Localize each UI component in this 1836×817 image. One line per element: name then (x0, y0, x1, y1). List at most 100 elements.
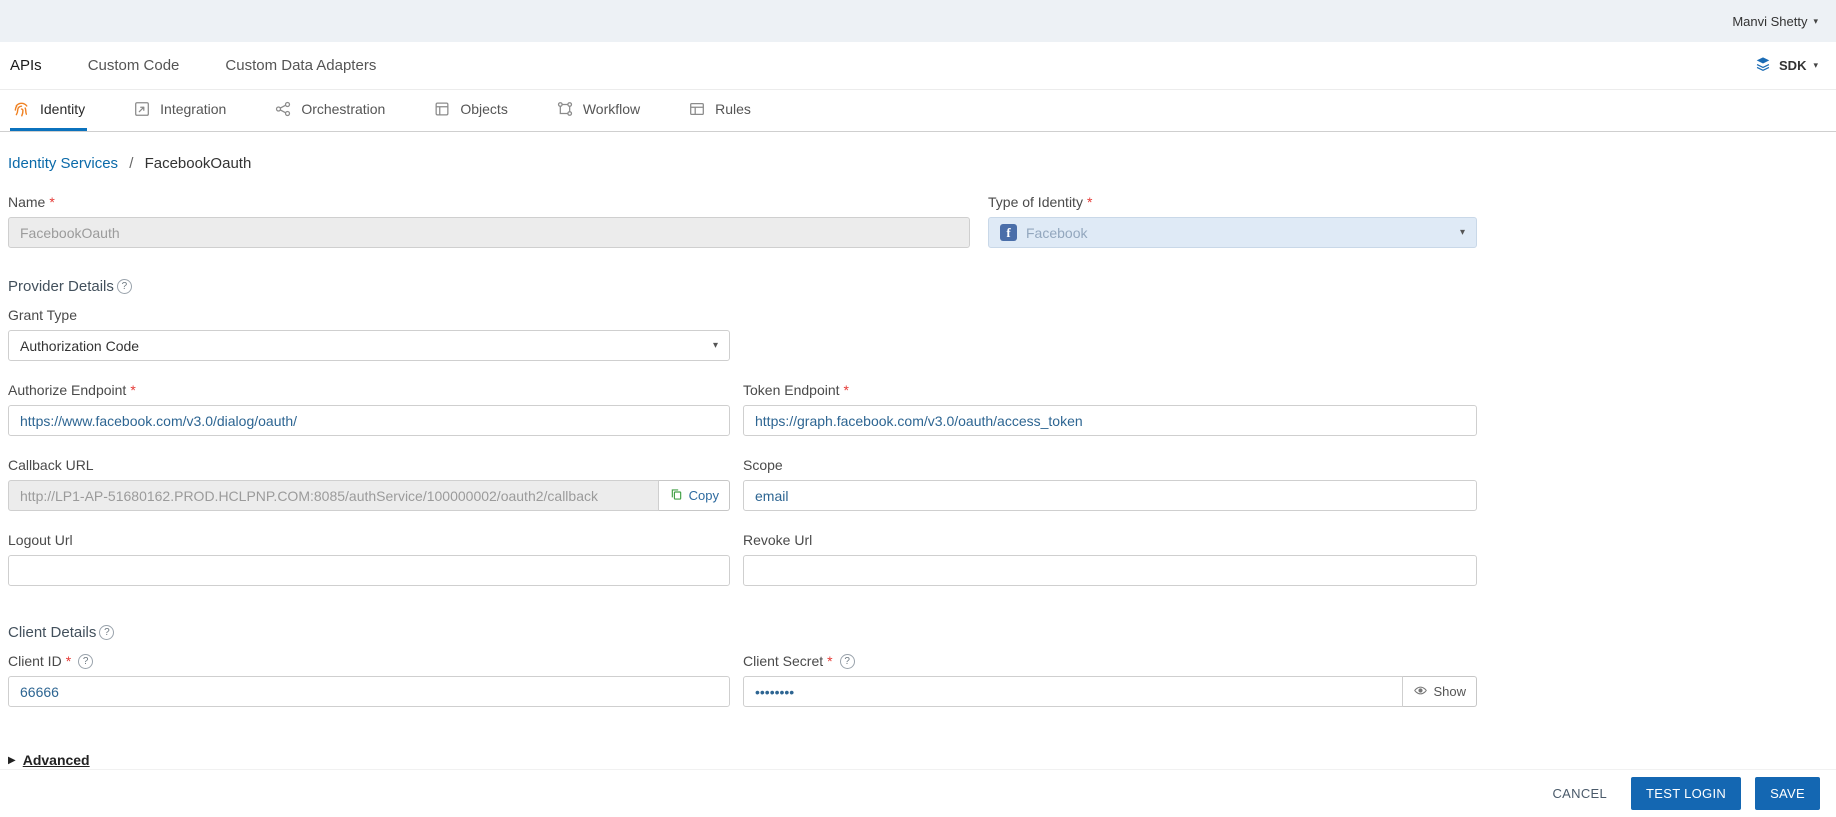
test-login-button[interactable]: TEST LOGIN (1631, 777, 1741, 810)
tab-rules[interactable]: Rules (686, 90, 753, 131)
eye-icon (1413, 683, 1428, 701)
breadcrumb: Identity Services / FacebookOauth (8, 155, 1836, 172)
client-id-input[interactable] (8, 676, 730, 707)
client-id-field-group: Client ID * ? (8, 653, 730, 707)
logout-url-field-group: Logout Url (8, 532, 730, 586)
revoke-url-field-group: Revoke Url (743, 532, 1477, 586)
advanced-toggle[interactable]: ▶ Advanced (8, 752, 90, 768)
required-asterisk: * (130, 382, 135, 398)
client-secret-label: Client Secret * ? (743, 653, 1477, 669)
client-secret-field-group: Client Secret * ? Show (743, 653, 1477, 707)
orchestration-icon (274, 100, 292, 118)
name-field-group: Name * (8, 194, 970, 248)
tab-orchestration[interactable]: Orchestration (272, 90, 387, 131)
required-asterisk: * (827, 653, 832, 669)
required-asterisk: * (1087, 194, 1092, 210)
sdk-menu[interactable]: SDK ▾ (1754, 55, 1818, 76)
user-name: Manvi Shetty (1732, 14, 1807, 29)
grant-type-select[interactable]: Authorization Code ▾ (8, 330, 730, 361)
cancel-button[interactable]: CANCEL (1542, 777, 1617, 810)
tab-label: Workflow (583, 101, 640, 117)
expand-arrow-icon: ▶ (8, 755, 16, 766)
help-icon[interactable]: ? (840, 654, 855, 669)
type-of-identity-label: Type of Identity * (988, 194, 1477, 210)
save-button[interactable]: SAVE (1755, 777, 1820, 810)
help-icon[interactable]: ? (78, 654, 93, 669)
copy-icon (669, 487, 684, 505)
tab-label: Objects (460, 101, 507, 117)
identity-fingerprint-icon (12, 100, 31, 119)
copy-button-label: Copy (689, 488, 719, 503)
name-label: Name * (8, 194, 970, 210)
token-endpoint-input[interactable] (743, 405, 1477, 436)
client-credentials-row: Client ID * ? Client Secret * ? (8, 653, 1477, 707)
authorize-endpoint-input[interactable] (8, 405, 730, 436)
type-of-identity-value: Facebook (1026, 225, 1087, 241)
breadcrumb-identity-services-link[interactable]: Identity Services (8, 155, 118, 172)
name-type-row: Name * Type of Identity * f Facebook ▾ (8, 194, 1477, 248)
client-secret-input[interactable] (743, 676, 1403, 707)
tab-workflow[interactable]: Workflow (554, 90, 642, 131)
grant-type-value: Authorization Code (20, 338, 139, 354)
revoke-url-label: Revoke Url (743, 532, 1477, 548)
grant-type-row: Grant Type Authorization Code ▾ (8, 307, 1477, 361)
required-asterisk: * (66, 653, 71, 669)
sdk-layers-icon (1754, 55, 1772, 76)
user-menu[interactable]: Manvi Shetty ▾ (1732, 14, 1818, 29)
logout-url-label: Logout Url (8, 532, 730, 548)
scope-input[interactable] (743, 480, 1477, 511)
help-icon[interactable]: ? (99, 625, 114, 640)
callback-url-field-group: Callback URL Copy (8, 457, 730, 511)
required-asterisk: * (844, 382, 849, 398)
type-of-identity-select: f Facebook ▾ (988, 217, 1477, 248)
endpoints-row: Authorize Endpoint * Token Endpoint * (8, 382, 1477, 436)
objects-cube-icon (433, 100, 451, 118)
advanced-label: Advanced (23, 752, 90, 768)
token-endpoint-field-group: Token Endpoint * (743, 382, 1477, 436)
revoke-url-input[interactable] (743, 555, 1477, 586)
logout-url-input[interactable] (8, 555, 730, 586)
nav-item-custom-code[interactable]: Custom Code (88, 57, 180, 74)
tab-label: Rules (715, 101, 751, 117)
facebook-icon: f (1000, 224, 1017, 241)
callback-url-input (8, 480, 659, 511)
workflow-icon (556, 100, 574, 118)
nav-items: APIs Custom Code Custom Data Adapters (10, 57, 376, 74)
main-nav: APIs Custom Code Custom Data Adapters SD… (0, 42, 1836, 90)
nav-item-apis[interactable]: APIs (10, 57, 42, 74)
tab-objects[interactable]: Objects (431, 90, 509, 131)
chevron-down-icon: ▾ (1813, 61, 1818, 70)
show-secret-button[interactable]: Show (1403, 676, 1477, 707)
token-endpoint-label: Token Endpoint * (743, 382, 1477, 398)
footer-actions: CANCEL TEST LOGIN SAVE (0, 769, 1836, 817)
copy-button[interactable]: Copy (659, 480, 730, 511)
provider-details-heading: Provider Details ? (8, 278, 1836, 295)
grant-type-field-group: Grant Type Authorization Code ▾ (8, 307, 730, 361)
client-details-heading: Client Details ? (8, 624, 1836, 641)
breadcrumb-current: FacebookOauth (145, 155, 252, 172)
tab-integration[interactable]: Integration (131, 90, 228, 131)
tab-label: Integration (160, 101, 226, 117)
scope-label: Scope (743, 457, 1477, 473)
chevron-down-icon: ▾ (1813, 17, 1818, 26)
topbar: Manvi Shetty ▾ (0, 0, 1836, 42)
scope-field-group: Scope (743, 457, 1477, 511)
sdk-label: SDK (1779, 58, 1806, 73)
name-input (8, 217, 970, 248)
tab-label: Identity (40, 101, 85, 117)
type-of-identity-field-group: Type of Identity * f Facebook ▾ (988, 194, 1477, 248)
tab-identity[interactable]: Identity (10, 90, 87, 131)
tab-label: Orchestration (301, 101, 385, 117)
help-icon[interactable]: ? (117, 279, 132, 294)
main-content: Identity Services / FacebookOauth Name *… (0, 155, 1836, 816)
show-secret-label: Show (1433, 684, 1466, 699)
client-id-label: Client ID * ? (8, 653, 730, 669)
nav-item-custom-data-adapters[interactable]: Custom Data Adapters (225, 57, 376, 74)
required-asterisk: * (49, 194, 54, 210)
callback-scope-row: Callback URL Copy Scope (8, 457, 1477, 511)
callback-url-label: Callback URL (8, 457, 730, 473)
integration-icon (133, 100, 151, 118)
breadcrumb-separator: / (129, 155, 133, 172)
chevron-down-icon: ▾ (1460, 227, 1465, 238)
authorize-endpoint-field-group: Authorize Endpoint * (8, 382, 730, 436)
